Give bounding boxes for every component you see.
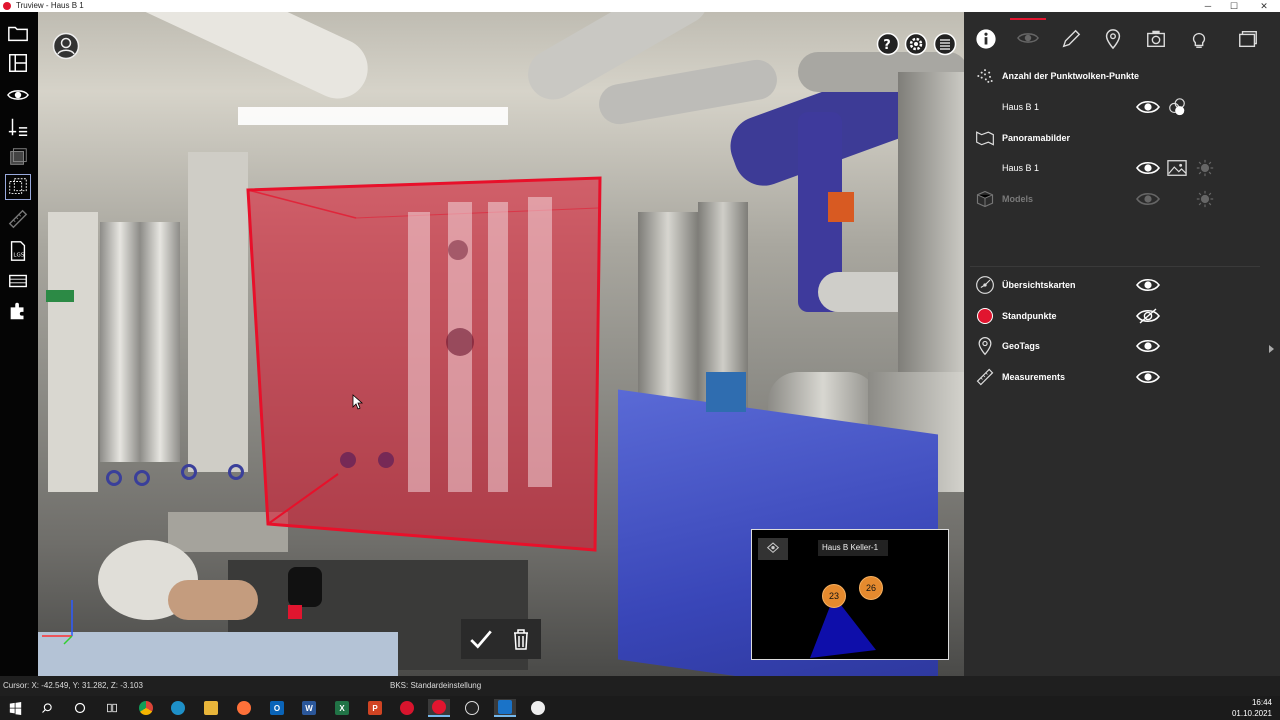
models-label: Models: [1002, 194, 1034, 204]
search-icon[interactable]: [36, 699, 58, 717]
eye-icon[interactable]: [1136, 337, 1160, 355]
trash-icon[interactable]: [505, 623, 537, 655]
overview-maps-row: Übersichtskarten: [964, 272, 1264, 298]
edge-icon[interactable]: [167, 699, 189, 717]
point-cloud-icon: [974, 65, 996, 87]
lightbulb-icon[interactable]: [1181, 22, 1217, 56]
info-icon[interactable]: [968, 22, 1004, 56]
panorama-label: Panoramabilder: [1002, 133, 1071, 143]
point-count-label: Anzahl der Punktwolken-Punkte: [1002, 71, 1140, 81]
pointcloud-item-row: Haus B 1: [964, 94, 1264, 120]
open-folder-icon[interactable]: [5, 20, 31, 46]
chrome-icon[interactable]: [135, 699, 157, 717]
eye-icon[interactable]: [1136, 159, 1160, 177]
eye-icon[interactable]: [1136, 190, 1160, 208]
right-panel: Anzahl der Punktwolken-Punkte Haus B 1 P…: [964, 12, 1280, 676]
overview-map[interactable]: Haus B Keller-1 23 26: [751, 529, 949, 660]
setups-label: Standpunkte: [1002, 311, 1057, 321]
las-export-icon[interactable]: LGS: [5, 238, 31, 264]
clock[interactable]: 16:44 01.10.2021: [1222, 696, 1272, 720]
outlook-icon[interactable]: O: [266, 699, 288, 717]
models-cube-icon: [974, 188, 996, 210]
panorama-icon: [974, 127, 996, 149]
panorama-item-row: Haus B 1: [964, 155, 1264, 181]
floorplan-icon[interactable]: [5, 50, 31, 76]
task-view-icon[interactable]: [101, 699, 123, 717]
clipping-icon[interactable]: [5, 268, 31, 294]
maximize-button[interactable]: ☐: [1220, 0, 1248, 12]
blue-app-icon[interactable]: [494, 699, 516, 717]
models-row: Models: [964, 186, 1264, 212]
powerpoint-icon[interactable]: P: [364, 699, 386, 717]
ucs-status: BKS: Standardeinstellung: [390, 681, 482, 690]
status-bar: Cursor: X: -42.549, Y: 31.282, Z: -3.103…: [0, 676, 1280, 696]
measurements-label: Measurements: [1002, 372, 1066, 382]
windows-start-icon[interactable]: [4, 699, 26, 717]
station-marker[interactable]: 23: [822, 584, 846, 608]
measurements-row: Measurements: [964, 364, 1264, 390]
clock-date: 01.10.2021: [1231, 709, 1272, 718]
measurement-ruler-icon: [974, 366, 996, 388]
eye-hidden-icon[interactable]: [1136, 307, 1160, 325]
geotags-row: GeoTags: [964, 333, 1264, 359]
eye-icon[interactable]: [1136, 98, 1160, 116]
setup-dot-icon: [974, 305, 996, 327]
station-marker[interactable]: 26: [859, 576, 883, 600]
brightness-icon[interactable]: [1194, 158, 1216, 178]
file-explorer-icon[interactable]: [200, 699, 222, 717]
color-mode-icon[interactable]: [1166, 97, 1188, 117]
visibility-icon[interactable]: [5, 82, 31, 108]
truview-logo-icon: [3, 2, 11, 10]
geotag-icon: [974, 335, 996, 357]
overview-map-icon: [974, 274, 996, 296]
white-app-icon[interactable]: [527, 699, 549, 717]
truview-icon[interactable]: [396, 699, 418, 717]
cortana-icon[interactable]: [69, 699, 91, 717]
edit-pencil-icon[interactable]: [1053, 22, 1089, 56]
word-icon[interactable]: W: [298, 699, 320, 717]
ruler-icon[interactable]: [5, 206, 31, 232]
eye-icon[interactable]: [1136, 368, 1160, 386]
puzzle-icon[interactable]: [5, 298, 31, 324]
panel-tabs: [964, 12, 1280, 64]
confirm-toolbar: [461, 619, 541, 659]
close-button[interactable]: ✕: [1250, 0, 1278, 12]
truview-active-icon[interactable]: [428, 699, 450, 717]
taskbar: O W X P 16:44 01.10.2021: [0, 696, 1280, 720]
point-count-row: Anzahl der Punktwolken-Punkte: [964, 63, 1264, 89]
setups-row: Standpunkte: [964, 303, 1264, 329]
image-icon[interactable]: [1166, 158, 1188, 178]
collapse-arrow-icon[interactable]: [1266, 342, 1276, 354]
panorama-item-label: Haus B 1: [1002, 163, 1040, 173]
excel-icon[interactable]: X: [331, 699, 353, 717]
divider: [970, 266, 1260, 267]
obs-icon[interactable]: [461, 699, 483, 717]
svg-text:LGS: LGS: [13, 253, 24, 259]
geotag-pin-icon[interactable]: [1095, 22, 1131, 56]
overview-maps-label: Übersichtskarten: [1002, 280, 1076, 290]
snapshot-camera-icon[interactable]: [1138, 22, 1174, 56]
measure-axis-icon[interactable]: [5, 114, 31, 140]
window-title: Truview - Haus B 1: [16, 1, 84, 10]
panorama-viewport[interactable]: ? Haus B Keller-1 23 26: [38, 12, 964, 676]
panorama-row: Panoramabilder: [964, 125, 1264, 151]
left-toolbar: LGS: [0, 12, 38, 676]
firefox-icon[interactable]: [233, 699, 255, 717]
pointcloud-item-label: Haus B 1: [1002, 102, 1040, 112]
brightness-icon[interactable]: [1194, 189, 1216, 209]
geotags-label: GeoTags: [1002, 341, 1040, 351]
limitbox-icon[interactable]: [5, 174, 31, 200]
cursor-coordinates: Cursor: X: -42.549, Y: 31.282, Z: -3.103: [3, 681, 143, 690]
layers-icon[interactable]: [5, 144, 31, 170]
visibility-tab-icon[interactable]: [1010, 18, 1046, 56]
eye-icon[interactable]: [1136, 276, 1160, 294]
clock-time: 16:44: [1251, 698, 1272, 707]
window-icon[interactable]: [1230, 22, 1266, 56]
minimize-button[interactable]: ─: [1194, 0, 1222, 12]
checkmark-icon[interactable]: [465, 623, 497, 655]
title-bar: Truview - Haus B 1 ─ ☐ ✕: [0, 0, 1280, 12]
